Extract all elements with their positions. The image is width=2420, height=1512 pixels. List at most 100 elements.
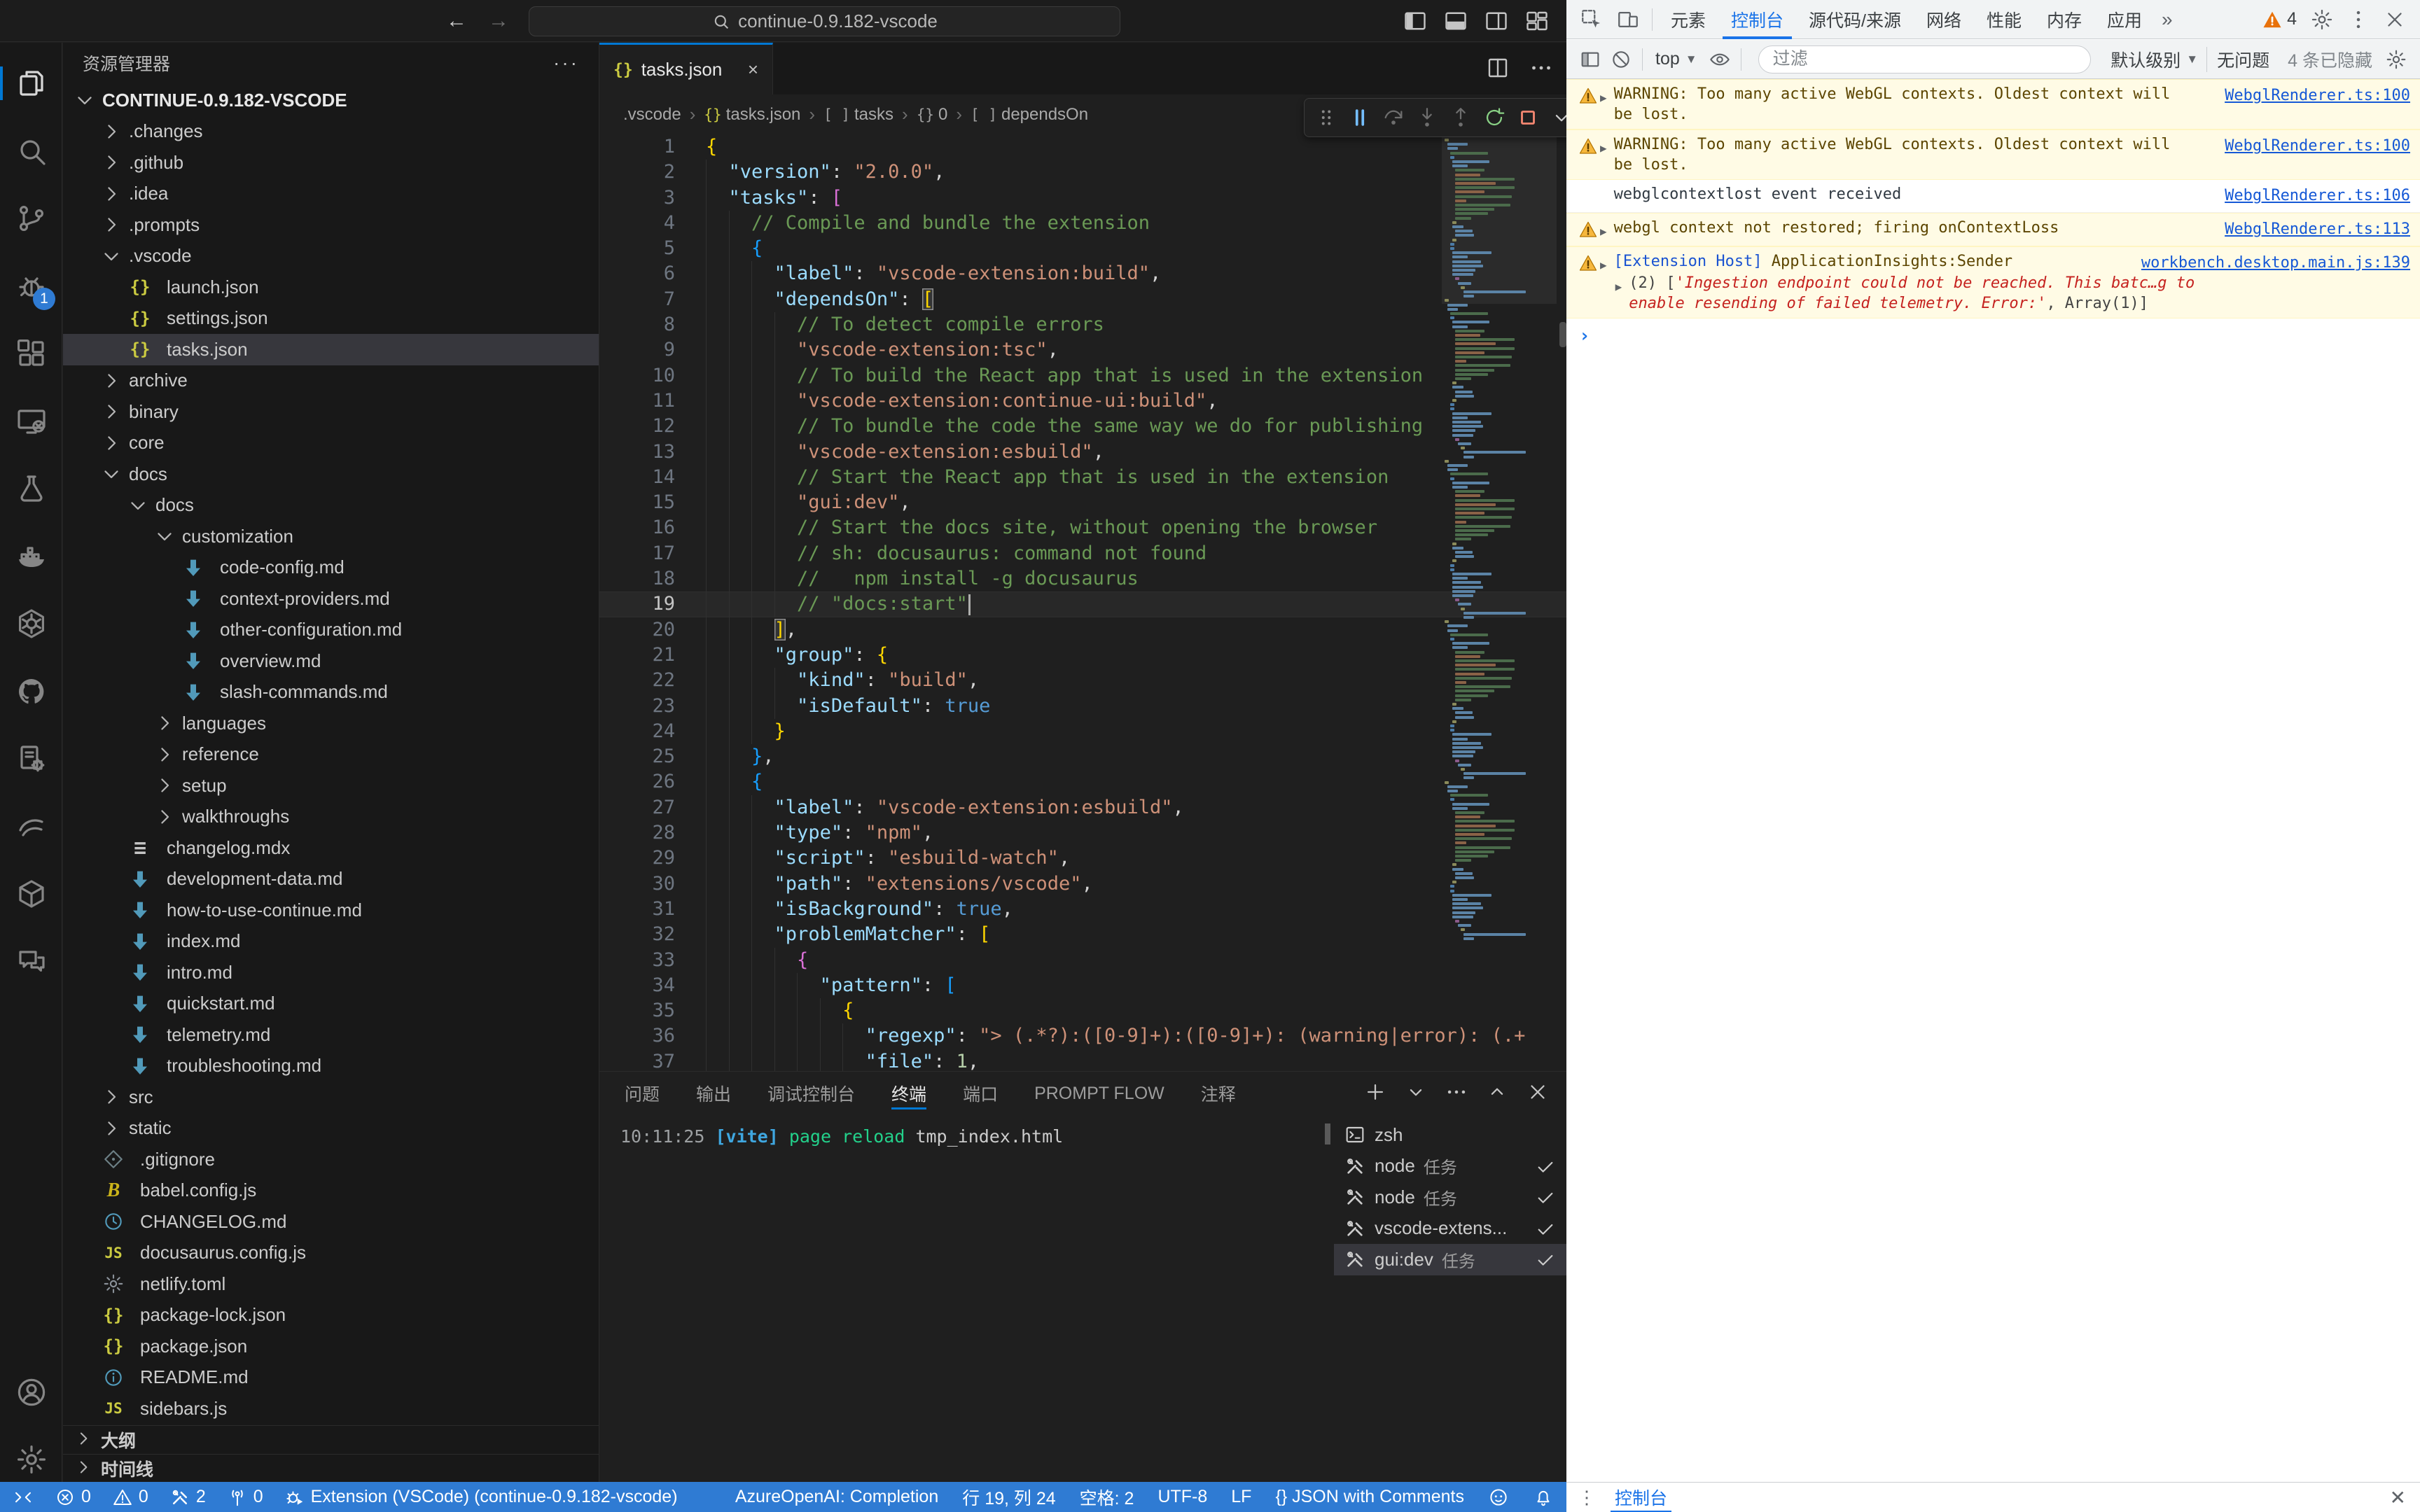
tree-item-.idea[interactable]: .idea	[63, 178, 599, 210]
sidebar-section-timeline[interactable]: 时间线	[63, 1454, 599, 1483]
devtools-tab-网络[interactable]: 网络	[1914, 0, 1974, 39]
status-remote[interactable]	[13, 1487, 34, 1508]
tree-item-CHANGELOG.md[interactable]: CHANGELOG.md	[63, 1206, 599, 1238]
tree-item-languages[interactable]: languages	[63, 708, 599, 739]
tree-item-static[interactable]: static	[63, 1113, 599, 1144]
activity-extensions[interactable]	[0, 320, 62, 387]
drawer-close-icon[interactable]: ✕	[2376, 1486, 2420, 1509]
more-tabs-button[interactable]: »	[2155, 8, 2180, 31]
terminal-scrollbar[interactable]	[1325, 1124, 1330, 1144]
panel-tab-问题[interactable]: 问题	[625, 1072, 660, 1115]
tree-item-context-providers.md[interactable]: context-providers.md	[63, 583, 599, 615]
tree-item-README.md[interactable]: README.md	[63, 1362, 599, 1394]
devtools-tab-控制台[interactable]: 控制台	[1718, 0, 1796, 39]
forward-icon[interactable]: →	[485, 7, 513, 35]
status-warning[interactable]: 0	[112, 1487, 148, 1508]
devtools-tab-内存[interactable]: 内存	[2034, 0, 2094, 39]
expand-triangle[interactable]: ▶	[1600, 221, 1607, 241]
devtools-settings-button[interactable]	[2304, 0, 2340, 39]
tree-item-.github[interactable]: .github	[63, 147, 599, 178]
status-tools[interactable]: 2	[169, 1487, 206, 1508]
minimap[interactable]	[1442, 134, 1557, 1071]
tree-item-intro.md[interactable]: intro.md	[63, 957, 599, 988]
breadcrumb-item-.vscode[interactable]: .vscode	[623, 105, 681, 125]
console-settings-gear-button[interactable]	[2381, 44, 2412, 75]
tree-item-telemetry.md[interactable]: telemetry.md	[63, 1019, 599, 1051]
source-link[interactable]: WebglRenderer.ts:106	[2225, 186, 2410, 206]
terminal-session-vscode-extens...[interactable]: vscode-extens...	[1334, 1213, 1566, 1245]
tree-item-development-data.md[interactable]: development-data.md	[63, 864, 599, 895]
split-icon[interactable]	[1485, 55, 1510, 80]
status-broadcast[interactable]: 0	[227, 1487, 263, 1508]
expand-triangle[interactable]: ▶	[1600, 255, 1607, 275]
tree-item-troubleshooting.md[interactable]: troubleshooting.md	[63, 1051, 599, 1082]
devtools-close-button[interactable]	[2377, 0, 2413, 39]
tree-item-babel.config.js[interactable]: Bbabel.config.js	[63, 1175, 599, 1207]
devtools-tab-源代码/来源[interactable]: 源代码/来源	[1796, 0, 1914, 39]
tree-item-tasks.json[interactable]: {}tasks.json	[63, 334, 599, 365]
tree-item-binary[interactable]: binary	[63, 396, 599, 428]
expand-triangle[interactable]: ▶	[1600, 138, 1607, 158]
tree-item-slash-commands.md[interactable]: slash-commands.md	[63, 677, 599, 708]
devtools-menu-button[interactable]	[2340, 0, 2377, 39]
activity-account[interactable]	[0, 1359, 62, 1426]
sidebar-section-outline[interactable]: 大纲	[63, 1425, 599, 1454]
activity-testing[interactable]	[0, 455, 62, 522]
editor-scrollbar[interactable]	[1559, 322, 1566, 347]
console-sidebar-toggle[interactable]	[1575, 44, 1606, 75]
tree-item-package.json[interactable]: {}package.json	[63, 1331, 599, 1362]
tree-item-CONTINUE-0.9.182-VSCODE[interactable]: CONTINUE-0.9.182-VSCODE	[63, 85, 599, 116]
console-filter-input[interactable]	[1758, 46, 2092, 74]
activity-files[interactable]	[0, 50, 62, 117]
plus-icon[interactable]	[1363, 1080, 1387, 1104]
layout-bottom-icon[interactable]	[1443, 8, 1468, 34]
debug-step-into-button[interactable]	[1412, 103, 1442, 132]
status-azureopenai-completion[interactable]: AzureOpenAI: Completion	[735, 1487, 938, 1507]
activity-debug[interactable]: 1	[0, 253, 62, 320]
tree-item-package-lock.json[interactable]: {}package-lock.json	[63, 1300, 599, 1331]
kebab-icon[interactable]: ⋮	[1566, 1487, 1608, 1508]
status-bell[interactable]	[1533, 1487, 1554, 1508]
tree-item-archive[interactable]: archive	[63, 365, 599, 397]
issues-counter[interactable]: 无问题	[2206, 47, 2279, 72]
panel-tab-端口[interactable]: 端口	[963, 1072, 998, 1115]
tree-item-src[interactable]: src	[63, 1082, 599, 1113]
tree-item-docusaurus.config.js[interactable]: JSdocusaurus.config.js	[63, 1238, 599, 1269]
debug-step-over-button[interactable]	[1379, 103, 1408, 132]
tree-item-launch.json[interactable]: {}launch.json	[63, 272, 599, 303]
tree-item-sidebars.js[interactable]: JSsidebars.js	[63, 1393, 599, 1424]
status--2[interactable]: 空格: 2	[1080, 1485, 1134, 1510]
tree-item-other-configuration.md[interactable]: other-configuration.md	[63, 615, 599, 646]
tree-item-reference[interactable]: reference	[63, 739, 599, 771]
breadcrumb-item-tasks.json[interactable]: {}tasks.json	[704, 105, 800, 125]
status--19-24[interactable]: 行 19, 列 24	[962, 1485, 1055, 1510]
tree-item-setup[interactable]: setup	[63, 770, 599, 802]
activity-remote-explorer[interactable]	[0, 388, 62, 455]
panel-tab-输出[interactable]: 输出	[696, 1072, 731, 1115]
breadcrumb-item-0[interactable]: {}0	[917, 105, 948, 125]
chev-up-icon[interactable]	[1485, 1080, 1509, 1104]
breadcrumb-item-tasks[interactable]: [ ]tasks	[823, 105, 893, 125]
panel-tab-注释[interactable]: 注释	[1201, 1072, 1236, 1115]
close-icon[interactable]	[1526, 1080, 1550, 1104]
sidebar-more-icon[interactable]: ···	[553, 52, 579, 74]
chev-down-icon[interactable]	[1404, 1080, 1428, 1104]
devtools-tab-性能[interactable]: 性能	[1974, 0, 2034, 39]
activity-kubernetes[interactable]	[0, 590, 62, 657]
activity-github[interactable]	[0, 658, 62, 725]
tree-item-walkthroughs[interactable]: walkthroughs	[63, 802, 599, 833]
tree-item-changelog.mdx[interactable]: ≡changelog.mdx	[63, 832, 599, 864]
source-link[interactable]: workbench.desktop.main.js:139	[2141, 253, 2410, 273]
tree-item-code-config.md[interactable]: code-config.md	[63, 552, 599, 584]
tab-tasks-json[interactable]: {} tasks.json ×	[599, 43, 773, 94]
tree-item-netlify.toml[interactable]: netlify.toml	[63, 1268, 599, 1300]
tree-item-settings.json[interactable]: {}settings.json	[63, 303, 599, 335]
expand-triangle[interactable]: ▶	[1615, 276, 1622, 314]
devtools-tab-应用[interactable]: 应用	[2094, 0, 2155, 39]
tree-item-.vscode[interactable]: .vscode	[63, 241, 599, 272]
more-icon[interactable]	[1445, 1080, 1468, 1104]
devtools-tab-元素[interactable]: 元素	[1658, 0, 1718, 39]
tree-item-docs[interactable]: docs	[63, 490, 599, 522]
debug-step-out-button[interactable]	[1446, 103, 1475, 132]
activity-sonar[interactable]	[0, 793, 62, 860]
